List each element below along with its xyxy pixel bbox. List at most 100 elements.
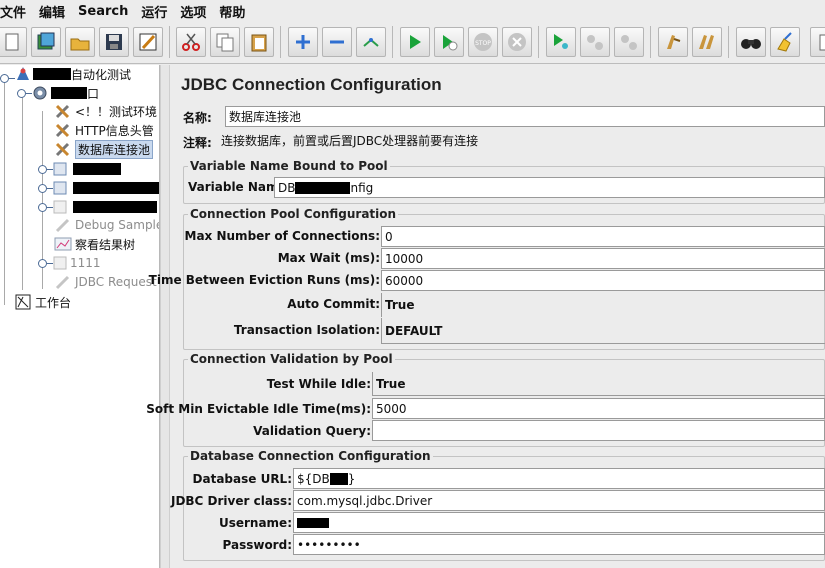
open-icon <box>70 38 90 51</box>
split-pane-divider[interactable] <box>160 65 170 568</box>
controller-icon <box>53 256 67 270</box>
tree-node-controller-disabled[interactable] <box>38 198 157 216</box>
comment-field[interactable]: 连接数据库，前置或后置JDBC处理器前要有连接 <box>218 130 478 151</box>
open-button[interactable] <box>65 27 95 57</box>
remote-shutdown-button[interactable] <box>614 27 644 57</box>
config-panel: JDBC Connection Configuration 名称: 数据库连接池… <box>146 65 825 568</box>
transaction-isolation-label: Transaction Isolation: <box>233 323 380 337</box>
name-field[interactable]: 数据库连接池 <box>225 106 825 127</box>
copy-button[interactable] <box>210 27 240 57</box>
tree-node-controller[interactable] <box>38 179 159 197</box>
tree-node-workbench[interactable]: 工作台 <box>14 293 71 311</box>
tree-node-sampler-disabled[interactable]: JDBC Request <box>54 273 157 291</box>
remote-stop-button[interactable] <box>580 27 610 57</box>
toggle-button[interactable] <box>356 27 386 57</box>
eviction-runs-field[interactable]: 60000 <box>381 270 825 291</box>
tree-node-thread-group[interactable]: 口 <box>17 84 99 102</box>
start-button[interactable] <box>400 27 430 57</box>
tree-node-label: HTTP信息头管 <box>75 123 154 138</box>
group-title: Database Connection Configuration <box>188 449 433 463</box>
auto-commit-combo[interactable]: True <box>381 293 825 317</box>
function-helper-button[interactable] <box>810 27 825 57</box>
remote-start-button[interactable] <box>546 27 576 57</box>
tree-node-config[interactable]: HTTP信息头管 <box>54 121 154 139</box>
variable-name-suffix: nfig <box>350 180 374 195</box>
expand-all-button[interactable] <box>288 27 318 57</box>
wrench-icon <box>55 123 70 138</box>
tree-connector <box>4 77 5 305</box>
soft-min-evictable-field[interactable]: 5000 <box>372 398 825 419</box>
stop-icon: STOP <box>474 33 492 51</box>
edit-button[interactable] <box>133 27 163 57</box>
menu-run[interactable]: 运行 <box>141 2 174 21</box>
database-url-suffix: } <box>347 471 356 486</box>
edit-icon <box>139 33 157 51</box>
tree-node-label: <！！测试环境 <box>75 104 158 119</box>
menu-edit[interactable]: 编辑 <box>39 2 72 21</box>
save-button[interactable] <box>99 27 129 57</box>
tree-node-config[interactable]: <！！测试环境 <box>54 102 157 120</box>
tree-node-label: 数据库连接池 <box>75 139 154 159</box>
cut-button[interactable] <box>176 27 206 57</box>
paste-button[interactable] <box>244 27 274 57</box>
start-no-pause-button[interactable] <box>434 27 464 57</box>
expand-handle[interactable] <box>38 164 53 174</box>
tree-node-test-plan[interactable]: 自动化测试 <box>0 65 131 83</box>
tree-node-config-selected[interactable]: 数据库连接池 <box>54 139 154 159</box>
max-wait-field[interactable]: 10000 <box>381 248 825 269</box>
start-no-pause-icon <box>443 35 458 51</box>
collapse-all-button[interactable] <box>322 27 352 57</box>
expand-handle[interactable] <box>0 73 15 83</box>
redacted-text <box>33 68 71 80</box>
username-field[interactable] <box>293 512 825 533</box>
expand-handle[interactable] <box>38 183 53 193</box>
save-icon <box>106 34 122 50</box>
tree-node-label: 工作台 <box>35 295 72 310</box>
menu-help[interactable]: 帮助 <box>219 2 252 21</box>
max-connections-field[interactable]: 0 <box>381 226 825 247</box>
search-icon <box>741 39 761 49</box>
start-icon <box>410 35 421 49</box>
shutdown-button[interactable] <box>502 27 532 57</box>
clear-all-icon <box>699 35 714 49</box>
redacted-text <box>73 163 121 175</box>
validation-query-field[interactable] <box>372 420 825 441</box>
tree-node-controller[interactable] <box>38 160 121 178</box>
templates-button[interactable] <box>31 27 61 57</box>
transaction-isolation-combo[interactable]: DEFAULT <box>381 318 825 344</box>
clear-button[interactable] <box>658 27 688 57</box>
tree-node-sampler-disabled[interactable]: Debug Sample <box>54 216 159 234</box>
clear-all-button[interactable] <box>692 27 722 57</box>
database-url-field[interactable]: ${DB } <box>293 468 825 489</box>
menu-search[interactable]: Search <box>78 4 135 19</box>
shutdown-icon <box>508 33 526 51</box>
stop-button[interactable]: STOP <box>468 27 498 57</box>
validation-query-label: Validation Query: <box>253 424 371 438</box>
toolbar-separator <box>169 26 170 58</box>
redacted-text <box>297 517 329 528</box>
tree-node-controller-disabled[interactable]: 1111 <box>38 254 101 272</box>
controller-icon <box>53 181 67 195</box>
tree-node-listener[interactable]: 察看结果树 <box>54 235 135 253</box>
expand-handle[interactable] <box>38 202 53 212</box>
expand-handle[interactable] <box>17 88 32 98</box>
variable-name-field[interactable]: DB nfig <box>274 177 825 198</box>
redacted-text <box>73 201 157 213</box>
collapse-icon <box>330 40 344 44</box>
menu-options[interactable]: 选项 <box>180 2 213 21</box>
test-plan-tree[interactable]: 自动化测试 口 <！！测试环境 HTTP信息头管 数据库连接池 Debug Sa… <box>0 65 160 568</box>
tree-node-label: 察看结果树 <box>75 237 136 252</box>
tree-node-label: JDBC Request <box>75 275 157 289</box>
expand-handle[interactable] <box>38 258 53 268</box>
new-button[interactable] <box>0 27 27 57</box>
menu-file[interactable]: 文件 <box>0 2 33 21</box>
redacted-text <box>51 87 87 99</box>
test-while-idle-combo[interactable]: True <box>372 372 825 396</box>
reset-search-button[interactable] <box>770 27 800 57</box>
toolbar-separator <box>650 26 651 58</box>
password-field[interactable]: ••••••••• <box>293 534 825 555</box>
username-label: Username: <box>218 516 292 530</box>
search-button[interactable] <box>736 27 766 57</box>
jdbc-driver-field[interactable]: com.mysql.jdbc.Driver <box>293 490 825 511</box>
menu-bar: 文件 编辑 Search 运行 选项 帮助 <box>0 0 825 22</box>
